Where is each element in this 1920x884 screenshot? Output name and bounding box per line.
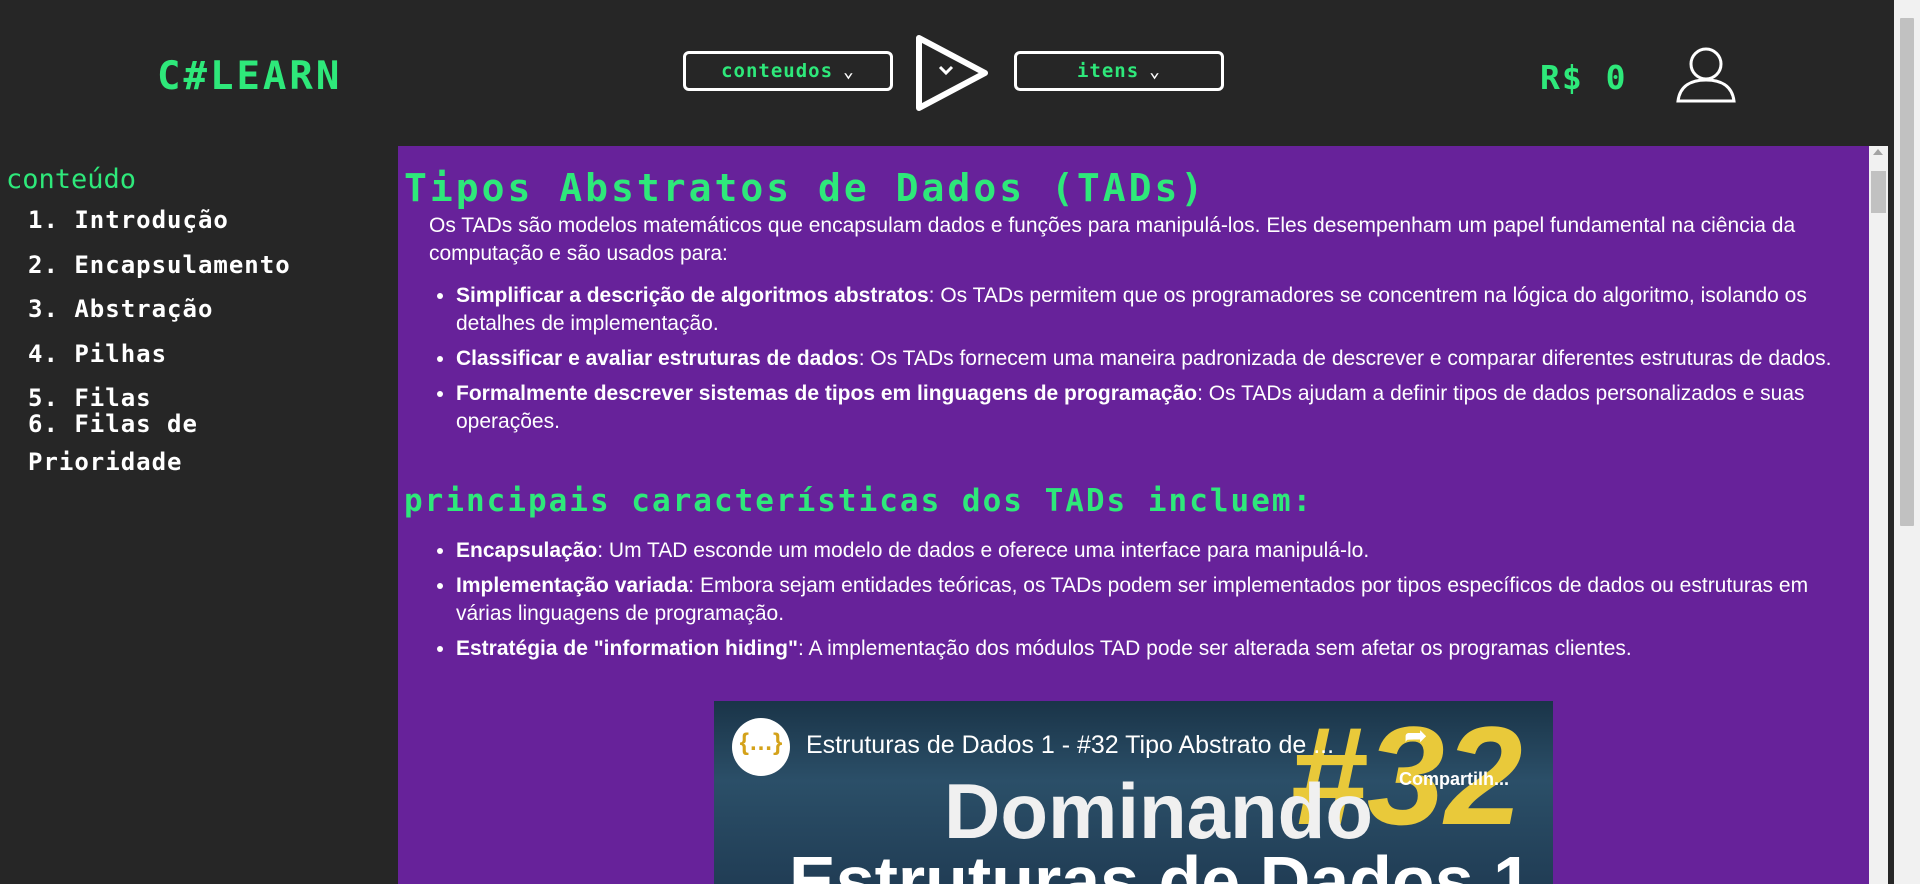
sidebar-item-filas-de-prioridade[interactable]: 6. Filas de Prioridade — [28, 405, 358, 481]
list-item: Implementação variada: Embora sejam enti… — [456, 572, 1866, 628]
scroll-up-arrow-icon[interactable] — [1873, 149, 1883, 155]
itens-dropdown-label: itens — [1076, 60, 1140, 82]
content-sidebar: conteúdo 1. Introdução 2. Encapsulamento… — [0, 146, 398, 884]
content-scrollbar[interactable] — [1869, 146, 1888, 884]
youtube-video-embed[interactable]: #32 {…} Estruturas de Dados 1 - #32 Tipo… — [714, 701, 1553, 884]
site-logo[interactable]: C#LEARN — [157, 54, 342, 99]
user-profile-icon[interactable] — [1675, 47, 1737, 103]
list-item: Estratégia de "information hiding": A im… — [456, 635, 1866, 663]
conteudos-dropdown-button[interactable]: conteudos ⌄ — [683, 51, 893, 91]
intro-paragraph: Os TADs são modelos matemáticos que enca… — [429, 214, 1796, 265]
video-overlay-line2: Estruturas de Dados 1 — [789, 842, 1532, 884]
list-item: Encapsulação: Um TAD esconde um modelo d… — [456, 537, 1866, 565]
share-button-label[interactable]: Compartilh... — [1399, 769, 1509, 790]
list-item-bold: Classificar e avaliar estruturas de dado… — [456, 347, 859, 370]
list-item: Simplificar a descrição de algoritmos ab… — [456, 282, 1866, 338]
sidebar-item-encapsulamento[interactable]: 2. Encapsulamento — [28, 246, 358, 284]
itens-dropdown-button[interactable]: itens ⌄ — [1014, 51, 1224, 91]
sidebar-item-pilhas[interactable]: 4. Pilhas — [28, 335, 358, 373]
conteudos-dropdown-label: conteudos — [721, 60, 834, 82]
list-item: Formalmente descrever sistemas de tipos … — [456, 380, 1866, 436]
video-title[interactable]: Estruturas de Dados 1 - #32 Tipo Abstrat… — [806, 731, 1334, 760]
features-list: Encapsulação: Um TAD esconde um modelo d… — [429, 537, 1866, 670]
uses-list: Simplificar a descrição de algoritmos ab… — [429, 282, 1866, 443]
share-icon[interactable]: ➦ — [1404, 719, 1427, 752]
section-subtitle: principais características dos TADs incl… — [404, 483, 1314, 519]
list-item: Classificar e avaliar estruturas de dado… — [456, 345, 1866, 373]
sidebar-title: conteúdo — [6, 164, 137, 195]
page-title: Tipos Abstratos de Dados (TADs) — [404, 166, 1207, 210]
page-scrollbar[interactable] — [1894, 0, 1920, 884]
sidebar-item-introducao[interactable]: 1. Introdução — [28, 201, 358, 239]
sidebar-item-abstracao[interactable]: 3. Abstração — [28, 290, 358, 328]
page-scrollbar-thumb[interactable] — [1900, 18, 1914, 526]
list-item-text: : A implementação dos módulos TAD pode s… — [797, 637, 1632, 660]
list-item-bold: Simplificar a descrição de algoritmos ab… — [456, 284, 929, 307]
chevron-down-icon: ⌄ — [1149, 60, 1162, 82]
coin-balance: R$ 0 — [1540, 58, 1628, 97]
list-item-bold: Estratégia de "information hiding" — [456, 637, 798, 660]
chevron-down-icon: ⌄ — [843, 60, 855, 82]
play-logo-icon[interactable] — [913, 34, 991, 112]
top-header: C#LEARN conteudos ⌄ itens ⌄ R$ 0 — [0, 0, 1894, 146]
list-item-bold: Encapsulação — [456, 539, 598, 562]
list-item-bold: Implementação variada — [456, 574, 689, 597]
list-item-bold: Formalmente descrever sistemas de tipos … — [456, 382, 1198, 405]
list-item-text: : Um TAD esconde um modelo de dados e of… — [597, 539, 1370, 562]
channel-avatar[interactable]: {…} — [732, 718, 790, 776]
main-content: Tipos Abstratos de Dados (TADs) Os TADs … — [398, 146, 1869, 884]
list-item-text: : Os TADs fornecem uma maneira padroniza… — [858, 347, 1832, 370]
scrollbar-thumb[interactable] — [1871, 171, 1886, 213]
